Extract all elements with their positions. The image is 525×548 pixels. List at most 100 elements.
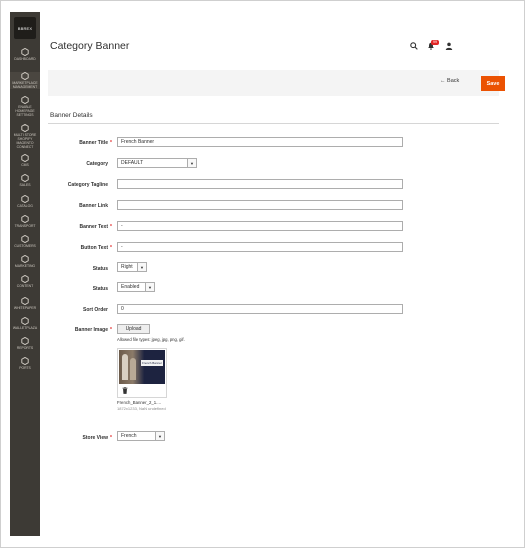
hexagon-icon (21, 215, 29, 223)
hexagon-icon (21, 357, 29, 365)
sidebar-item-label: CUSTOMERS (14, 244, 36, 248)
sidebar-item-label: REPORTS (16, 346, 34, 350)
banner-image-label: Banner Image (74, 327, 108, 333)
category-value: DEFAULT (121, 160, 144, 166)
status-position-label: Status (92, 266, 108, 272)
required-marker: * (110, 224, 112, 230)
category-tagline-label: Category Tagline (67, 182, 108, 188)
file-types-hint: Allowed file types: jpeg, jpg, png, gif. (117, 337, 185, 342)
category-select[interactable]: DEFAULT ▼ (117, 158, 197, 168)
sidebar-item-marketplace-management[interactable]: MARKETPLACE MANAGEMENT (10, 72, 40, 89)
store-view-select[interactable]: French ▼ (117, 431, 165, 441)
megaphone-icon (21, 255, 29, 263)
bar-chart-icon (21, 337, 29, 345)
sidebar-item-label: DASHBOARD (14, 57, 36, 61)
sidebar-item-label: MULTI STORE SHOPIFY MAGENTO CONNECT (13, 133, 37, 149)
sidebar-item-label: ENABLE HOMEPAGE SETTINGS (15, 105, 35, 117)
sidebar-item-label: MARKETING (14, 264, 36, 268)
store-icon (21, 317, 29, 325)
marketplace-icon (21, 72, 29, 80)
sidebar-item-ports[interactable]: PORTS (10, 357, 40, 370)
sidebar-item-dashboard[interactable]: DASHBOARD (10, 48, 40, 61)
search-icon[interactable] (410, 42, 418, 50)
logo-text: BBREX (17, 25, 33, 31)
sidebar-item-label: TRANSPORT (14, 224, 36, 228)
hexagon-icon (21, 297, 29, 305)
section-divider (48, 123, 499, 124)
required-marker: * (110, 245, 112, 251)
sort-order-label: Sort Order (82, 307, 108, 313)
sidebar-item-multi-store-shopify-magento-connect[interactable]: MULTI STORE SHOPIFY MAGENTO CONNECT (10, 124, 40, 149)
sidebar-item-catalog[interactable]: CATALOG (10, 195, 40, 208)
dashboard-icon (21, 48, 29, 56)
save-button[interactable]: Save (481, 76, 505, 91)
banner-link-input[interactable] (117, 200, 403, 210)
status-enabled-select[interactable]: Enabled ▼ (117, 282, 155, 292)
banner-text-label: Banner Text (79, 224, 108, 230)
required-marker: * (110, 327, 112, 333)
sort-order-input[interactable]: 0 (117, 304, 403, 314)
sidebar-item-enable-homepage-settings[interactable]: ENABLE HOMEPAGE SETTINGS (10, 96, 40, 117)
upload-button[interactable]: Upload (117, 324, 150, 334)
sidebar-item-cms[interactable]: CMS (10, 154, 40, 167)
back-button[interactable]: ← Back (440, 78, 459, 84)
category-tagline-input[interactable] (117, 179, 403, 189)
brand-logo[interactable]: BBREX (14, 17, 36, 39)
thumbnail-caption: French Banner (141, 360, 163, 366)
sidebar-item-label: PORTS (19, 366, 31, 370)
banner-link-label: Banner Link (79, 203, 108, 209)
homepage-icon (21, 96, 29, 104)
chevron-down-icon: ▼ (187, 159, 196, 167)
sidebar-item-reports[interactable]: REPORTS (10, 337, 40, 350)
banner-title-label: Banner Title (79, 140, 108, 146)
sidebar-item-label: CMS (21, 163, 29, 167)
sidebar-item-customers[interactable]: CUSTOMERS (10, 235, 40, 248)
admin-sidebar: BBREX DASHBOARD MARKETPLACE MANAGEMENT ENA… (10, 12, 40, 536)
sidebar-item-label: WHITEPAPER (13, 306, 37, 310)
page-actions-bar: ← Back Save (48, 70, 505, 96)
sidebar-item-content[interactable]: CONTENT (10, 275, 40, 288)
chevron-down-icon: ▼ (155, 432, 164, 440)
person-icon (21, 235, 29, 243)
required-marker: * (110, 435, 112, 441)
banner-thumbnail: French Banner (119, 350, 165, 384)
banner-text-input[interactable]: - (117, 221, 403, 231)
status-position-select[interactable]: Right ▼ (117, 262, 147, 272)
required-marker: * (110, 140, 112, 146)
image-preview[interactable]: French Banner (117, 348, 167, 398)
sidebar-item-sales[interactable]: SALES (10, 174, 40, 187)
sidebar-item-transport[interactable]: TRANSPORT (10, 215, 40, 228)
page-title: Category Banner (50, 40, 130, 52)
sidebar-item-walletplaza[interactable]: WALLETPLAZA (10, 317, 40, 330)
notification-badge: 99 (431, 40, 439, 45)
status-enabled-label: Status (92, 286, 108, 292)
banner-title-input[interactable]: French Banner (117, 137, 403, 147)
status-enabled-value: Enabled (121, 284, 140, 290)
sidebar-item-label: WALLETPLAZA (12, 326, 38, 330)
status-position-value: Right (121, 264, 133, 270)
store-view-label: Store View (82, 435, 108, 441)
store-view-value: French (121, 433, 137, 439)
connect-icon (21, 124, 29, 132)
dollar-icon (21, 174, 29, 182)
sidebar-item-marketing[interactable]: MARKETING (10, 255, 40, 268)
section-title: Banner Details (50, 112, 93, 119)
sidebar-item-label: SALES (19, 183, 31, 187)
back-label: Back (447, 78, 460, 84)
sidebar-item-label: CATALOG (17, 204, 33, 208)
button-text-input[interactable]: - (117, 242, 403, 252)
catalog-icon (21, 195, 29, 203)
sidebar-item-label: MARKETPLACE MANAGEMENT (12, 81, 38, 89)
category-label: Category (86, 161, 108, 167)
main-content: Category Banner 99 ← Back Save Banner De… (40, 12, 510, 536)
chevron-down-icon: ▼ (145, 283, 154, 291)
header-icons: 99 (410, 40, 490, 52)
user-account-icon[interactable] (445, 42, 453, 50)
trash-icon[interactable] (122, 387, 128, 394)
button-text-label: Button Text (80, 245, 108, 251)
sidebar-item-label: CONTENT (16, 284, 34, 288)
content-icon (21, 275, 29, 283)
sidebar-item-whitepaper[interactable]: WHITEPAPER (10, 297, 40, 310)
image-file-meta: 1872x1233, NaN undefined (117, 406, 166, 411)
cms-icon (21, 154, 29, 162)
